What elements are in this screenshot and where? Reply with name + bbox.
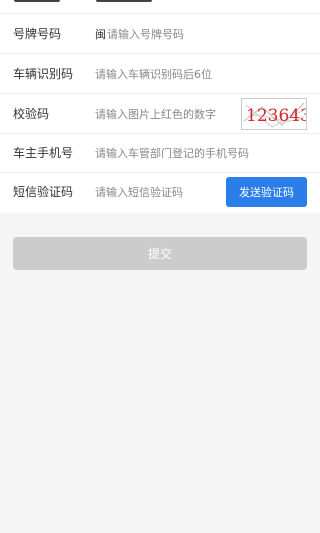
- vehicle-query-form: 号牌号码 闽 车辆识别码 校验码 123643 车主手机号 短信验证码 发送验证…: [0, 0, 320, 213]
- submit-button[interactable]: 提交: [13, 237, 307, 270]
- vin-row: 车辆识别码: [0, 55, 320, 94]
- vin-label: 车辆识别码: [13, 67, 74, 81]
- plate-prefix[interactable]: 闽: [95, 15, 106, 54]
- plate-number-input[interactable]: [107, 23, 307, 46]
- sms-code-label: 短信验证码: [13, 185, 74, 199]
- send-code-button[interactable]: 发送验证码: [226, 177, 307, 207]
- verify-code-input[interactable]: [95, 103, 235, 126]
- sms-code-input[interactable]: [95, 181, 220, 204]
- plate-number-row: 号牌号码 闽: [0, 15, 320, 54]
- vin-input[interactable]: [95, 63, 295, 86]
- captcha-text: 123643: [246, 106, 306, 126]
- phone-row: 车主手机号: [0, 134, 320, 173]
- phone-input[interactable]: [95, 142, 295, 165]
- plate-number-label: 号牌号码: [13, 27, 62, 41]
- phone-label: 车主手机号: [13, 146, 74, 160]
- cut-off-text: [14, 0, 60, 2]
- captcha-image[interactable]: 123643: [241, 98, 311, 130]
- verify-code-row: 校验码 123643: [0, 95, 320, 134]
- captcha-graphic: 123643: [243, 102, 311, 128]
- sms-code-row: 短信验证码 发送验证码: [0, 173, 320, 212]
- cut-off-text: [96, 0, 152, 2]
- verify-code-label: 校验码: [13, 107, 50, 121]
- previous-row-cut-off: [0, 0, 320, 14]
